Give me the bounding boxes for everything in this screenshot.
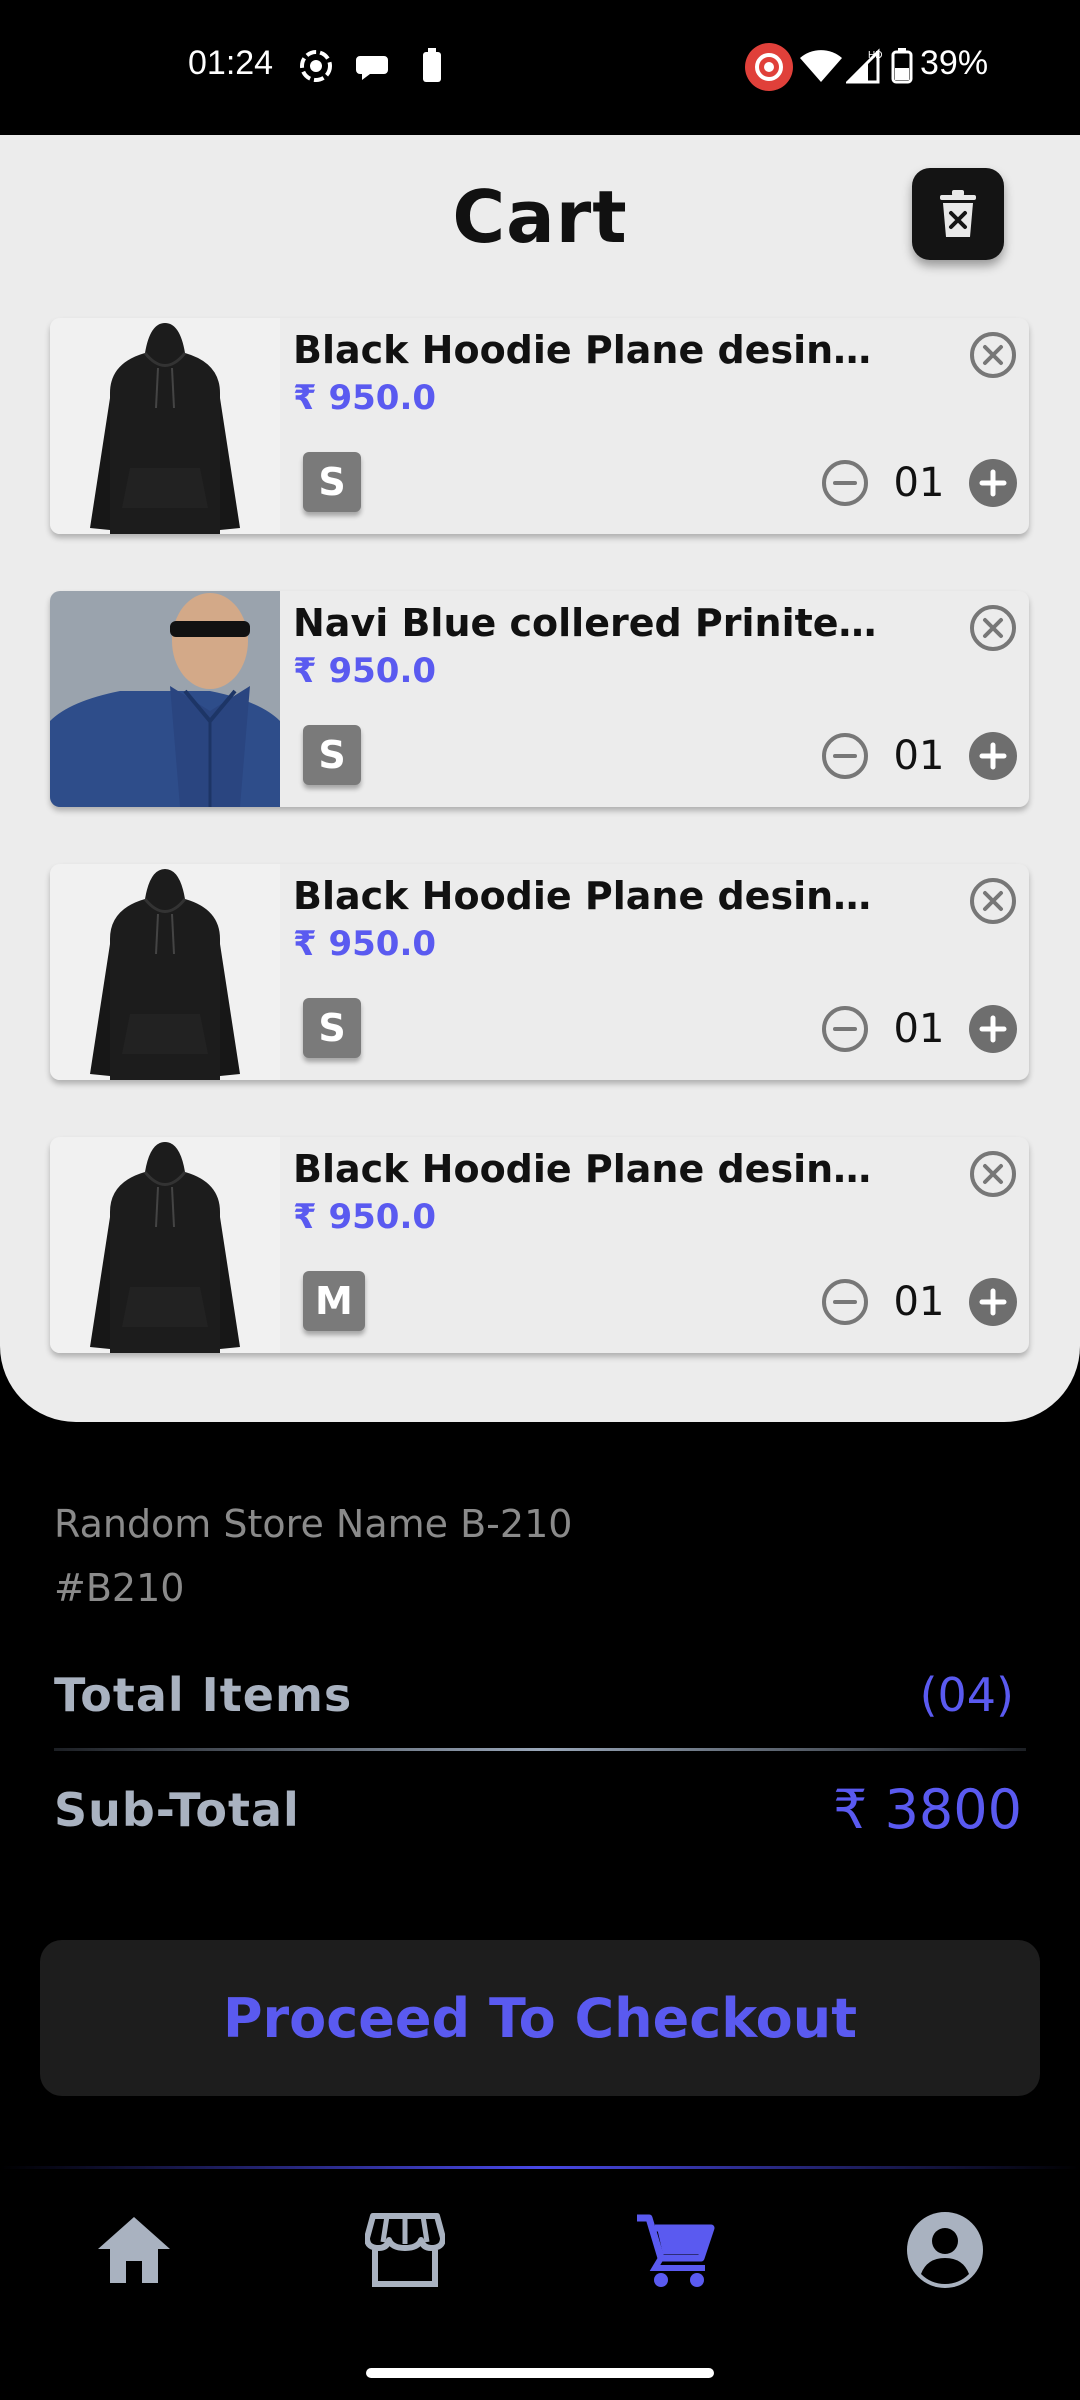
increase-quantity-button[interactable]	[968, 1277, 1018, 1327]
product-image-blue-shirt	[50, 591, 280, 807]
status-time: 01:24	[188, 44, 274, 82]
battery-percent: 39%	[920, 44, 989, 82]
quantity-value: 01	[893, 460, 945, 506]
remove-item-button[interactable]	[968, 330, 1018, 380]
decrease-quantity-button[interactable]	[820, 731, 870, 781]
item-price: ₹ 950.0	[293, 651, 437, 691]
item-name: Black Hoodie Plane desing 2014	[293, 328, 893, 372]
wifi-icon	[800, 50, 842, 82]
battery-small-icon	[423, 48, 441, 82]
item-name: Navi Blue collered Prinited …	[293, 601, 893, 645]
size-badge: S	[303, 452, 361, 512]
size-badge: M	[303, 1271, 365, 1331]
increase-quantity-button[interactable]	[968, 731, 1018, 781]
increase-quantity-button[interactable]	[968, 458, 1018, 508]
remove-item-button[interactable]	[968, 1149, 1018, 1199]
status-bar: 01:24 HD 39%	[0, 0, 1080, 135]
store-icon	[365, 2213, 445, 2287]
account-icon	[907, 2212, 983, 2288]
cart-icon	[637, 2214, 715, 2287]
signal-icon: HD	[846, 48, 882, 84]
remove-item-button[interactable]	[968, 603, 1018, 653]
nav-home[interactable]	[89, 2205, 179, 2295]
subtotal-label: Sub-Total	[54, 1783, 300, 1837]
total-items-value: (04)	[919, 1668, 1014, 1722]
checkout-button[interactable]: Proceed To Checkout	[40, 1940, 1040, 2096]
item-price: ₹ 950.0	[293, 924, 437, 964]
nav-divider	[0, 2166, 1080, 2169]
item-name: Black Hoodie Plane desing 2012	[293, 874, 893, 918]
nav-store[interactable]	[360, 2205, 450, 2295]
cart-item[interactable]: Black Hoodie Plane desing 2012 ₹ 950.0 S…	[50, 864, 1029, 1080]
store-code: #B210	[54, 1566, 185, 1610]
remove-item-button[interactable]	[968, 876, 1018, 926]
store-name: Random Store Name B-210	[54, 1502, 573, 1546]
item-price: ₹ 950.0	[293, 1197, 437, 1237]
decrease-quantity-button[interactable]	[820, 1277, 870, 1327]
chat-icon	[356, 56, 388, 80]
decrease-quantity-button[interactable]	[820, 1004, 870, 1054]
cart-item[interactable]: Navi Blue collered Prinited … ₹ 950.0 S …	[50, 591, 1029, 807]
nav-cart[interactable]	[630, 2205, 720, 2295]
hd-badge: HD	[868, 50, 882, 61]
cart-sheet: Cart Black Hoodie Plane desing 2014 ₹ 95…	[0, 135, 1080, 1422]
size-badge: S	[303, 725, 361, 785]
product-image-black-hoodie	[50, 864, 280, 1080]
nav-account[interactable]	[900, 2205, 990, 2295]
gesture-bar[interactable]	[366, 2368, 714, 2378]
quantity-value: 01	[893, 1279, 945, 1325]
quantity-value: 01	[893, 1006, 945, 1052]
total-items-label: Total Items	[54, 1668, 353, 1722]
cart-item[interactable]: Black Hoodie Plane desing 2013 ₹ 950.0 M…	[50, 1137, 1029, 1353]
subtotal-value: ₹ 3800	[833, 1778, 1022, 1841]
decrease-quantity-button[interactable]	[820, 458, 870, 508]
increase-quantity-button[interactable]	[968, 1004, 1018, 1054]
battery-icon	[891, 48, 913, 84]
hotspot-icon	[745, 43, 793, 91]
quantity-value: 01	[893, 733, 945, 779]
item-price: ₹ 950.0	[293, 378, 437, 418]
product-image-black-hoodie	[50, 318, 280, 534]
size-badge: S	[303, 998, 361, 1058]
item-name: Black Hoodie Plane desing 2013	[293, 1147, 893, 1191]
trash-icon	[940, 190, 976, 237]
clear-cart-button[interactable]	[912, 168, 1004, 260]
home-icon	[98, 2217, 170, 2283]
product-image-black-hoodie	[50, 1137, 280, 1353]
screen-record-icon	[300, 50, 332, 82]
summary-divider	[54, 1748, 1026, 1751]
cart-item[interactable]: Black Hoodie Plane desing 2014 ₹ 950.0 S…	[50, 318, 1029, 534]
